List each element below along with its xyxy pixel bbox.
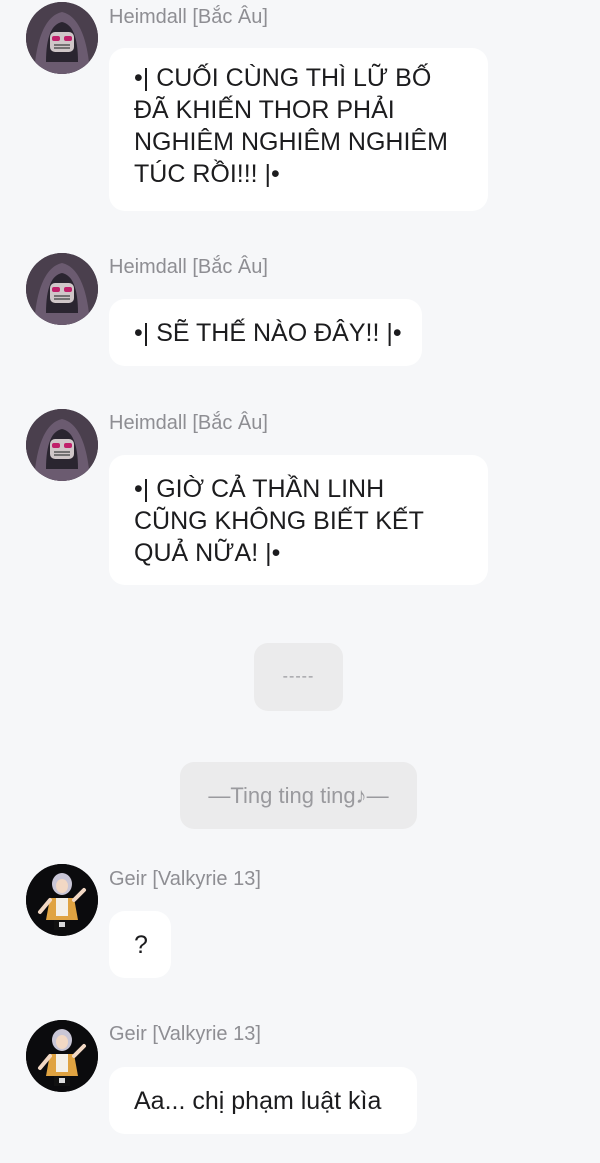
sender-name: Heimdall [Bắc Âu] (109, 6, 268, 28)
message-text: •| GIỜ CẢ THẦN LINH (134, 475, 385, 503)
valkyrie-girl-avatar-icon[interactable] (26, 1020, 98, 1092)
message-bubble[interactable]: ? (109, 911, 171, 978)
sender-name: Heimdall [Bắc Âu] (109, 412, 268, 434)
hooded-mask-avatar-icon[interactable] (26, 409, 98, 481)
message-text: ? (134, 931, 148, 959)
sender-name: Geir [Valkyrie 13] (109, 868, 261, 890)
sender-name: Heimdall [Bắc Âu] (109, 256, 268, 278)
hooded-mask-avatar-icon[interactable] (26, 253, 98, 325)
valkyrie-girl-avatar-icon[interactable] (26, 864, 98, 936)
message-bubble[interactable]: •| SẼ THẾ NÀO ĐÂY!! |• (109, 299, 422, 366)
system-notice: —Ting ting ting♪— (180, 762, 417, 829)
message-text: CŨNG KHÔNG BIẾT KẾT (134, 507, 424, 535)
message-text: •| CUỐI CÙNG THÌ LỮ BỐ (134, 64, 432, 92)
system-divider: ----- (254, 643, 343, 711)
message-bubble[interactable]: •| GIỜ CẢ THẦN LINH CŨNG KHÔNG BIẾT KẾT … (109, 455, 488, 585)
message-text: •| SẼ THẾ NÀO ĐÂY!! |• (134, 319, 402, 347)
message-text: Aa... chị phạm luật kìa (134, 1087, 382, 1115)
message-text: ĐÃ KHIẾN THOR PHẢI (134, 96, 395, 124)
message-text: QUẢ NỮA! |• (134, 539, 281, 567)
message-bubble[interactable]: •| CUỐI CÙNG THÌ LỮ BỐ ĐÃ KHIẾN THOR PHẢ… (109, 48, 488, 211)
hooded-mask-avatar-icon[interactable] (26, 2, 98, 74)
message-text: NGHIÊM NGHIÊM NGHIÊM (134, 128, 448, 156)
message-text: TÚC RỒI!!! |• (134, 160, 280, 188)
sender-name: Geir [Valkyrie 13] (109, 1023, 261, 1045)
message-bubble[interactable]: Aa... chị phạm luật kìa (109, 1067, 417, 1134)
